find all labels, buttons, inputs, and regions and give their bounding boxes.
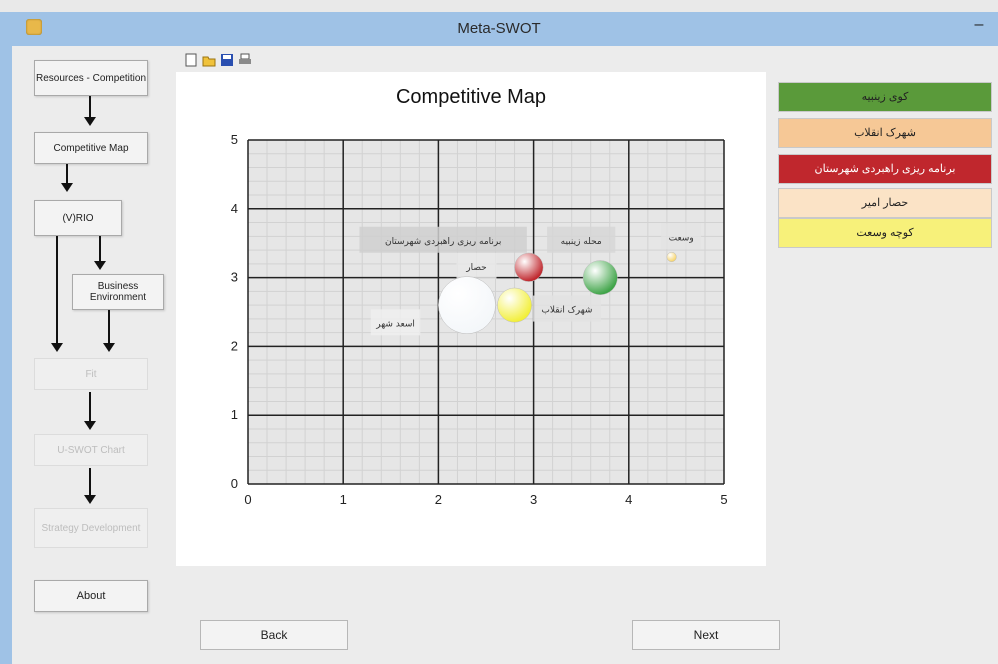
window-title: Meta-SWOT [457, 20, 541, 37]
point-label: وسعت [669, 233, 694, 243]
swot-chart-button[interactable]: U-SWOT Chart [34, 434, 148, 466]
strategy-development-button[interactable]: Strategy Development [34, 508, 148, 548]
title-bar: Meta-SWOT – [0, 12, 998, 47]
y-tick-label: 2 [231, 338, 238, 353]
bubble-point [438, 276, 496, 334]
competitive-map-chart: 0 1 2 3 4 5 0 1 2 3 4 5 برنامه ریزی راهبردی شهرستان ح… [231, 132, 728, 507]
open-folder-icon[interactable] [202, 53, 216, 67]
legend-item[interactable]: حصار امیر [778, 188, 992, 218]
bubble-point [666, 251, 677, 262]
x-tick-label: 1 [340, 492, 347, 507]
vrio-button[interactable]: (V)RIO [34, 200, 122, 236]
bubble-point [497, 287, 532, 323]
point-label: محله زینبیه [561, 237, 602, 247]
x-tick-label: 4 [625, 492, 632, 507]
next-button[interactable]: Next [632, 620, 780, 650]
y-tick-label: 1 [231, 407, 238, 422]
legend-item[interactable]: شهرک انقلاب [778, 118, 992, 148]
legend-item[interactable]: برنامه ریزی راهبردی شهرستان [778, 154, 992, 184]
flow-arrow [61, 164, 73, 192]
y-tick-label: 4 [231, 201, 238, 216]
point-label: حصار [465, 263, 486, 273]
fit-button[interactable]: Fit [34, 358, 148, 390]
y-tick-label: 3 [231, 270, 238, 285]
window-frame [0, 46, 12, 664]
flow-arrow [84, 468, 96, 504]
chart-panel: Competitive Map 0 1 2 3 4 5 0 1 2 3 4 5 برنامه ریزی … [176, 72, 766, 566]
flow-arrow [103, 310, 115, 352]
y-tick-label: 0 [231, 476, 238, 491]
back-button[interactable]: Back [200, 620, 348, 650]
y-tick-label: 5 [231, 132, 238, 147]
x-tick-label: 2 [435, 492, 442, 507]
x-tick-label: 3 [530, 492, 537, 507]
bubble-point [582, 260, 618, 295]
about-button[interactable]: About [34, 580, 148, 612]
point-label: برنامه ریزی راهبردی شهرستان [385, 237, 501, 247]
bubble-point [514, 252, 544, 282]
legend-item[interactable]: کوچه وسعت [778, 218, 992, 248]
point-label: شهرک انقلاب [541, 305, 592, 316]
save-disk-icon[interactable] [220, 53, 234, 67]
print-icon[interactable] [238, 53, 252, 67]
legend-item[interactable]: کوی زینبیه [778, 82, 992, 112]
flow-arrow [84, 96, 96, 126]
flow-arrow [94, 236, 106, 270]
resources-competition-button[interactable]: Resources - Competition [34, 60, 148, 96]
point-label: اسعد شهر [375, 319, 415, 329]
flow-arrow [84, 392, 96, 430]
minimize-button[interactable]: – [970, 16, 988, 34]
new-file-icon[interactable] [184, 53, 198, 67]
flow-arrow [51, 236, 63, 352]
x-tick-label: 5 [720, 492, 727, 507]
competitive-map-button[interactable]: Competitive Map [34, 132, 148, 164]
x-tick-label: 0 [244, 492, 251, 507]
business-environment-button[interactable]: Business Environment [72, 274, 164, 310]
